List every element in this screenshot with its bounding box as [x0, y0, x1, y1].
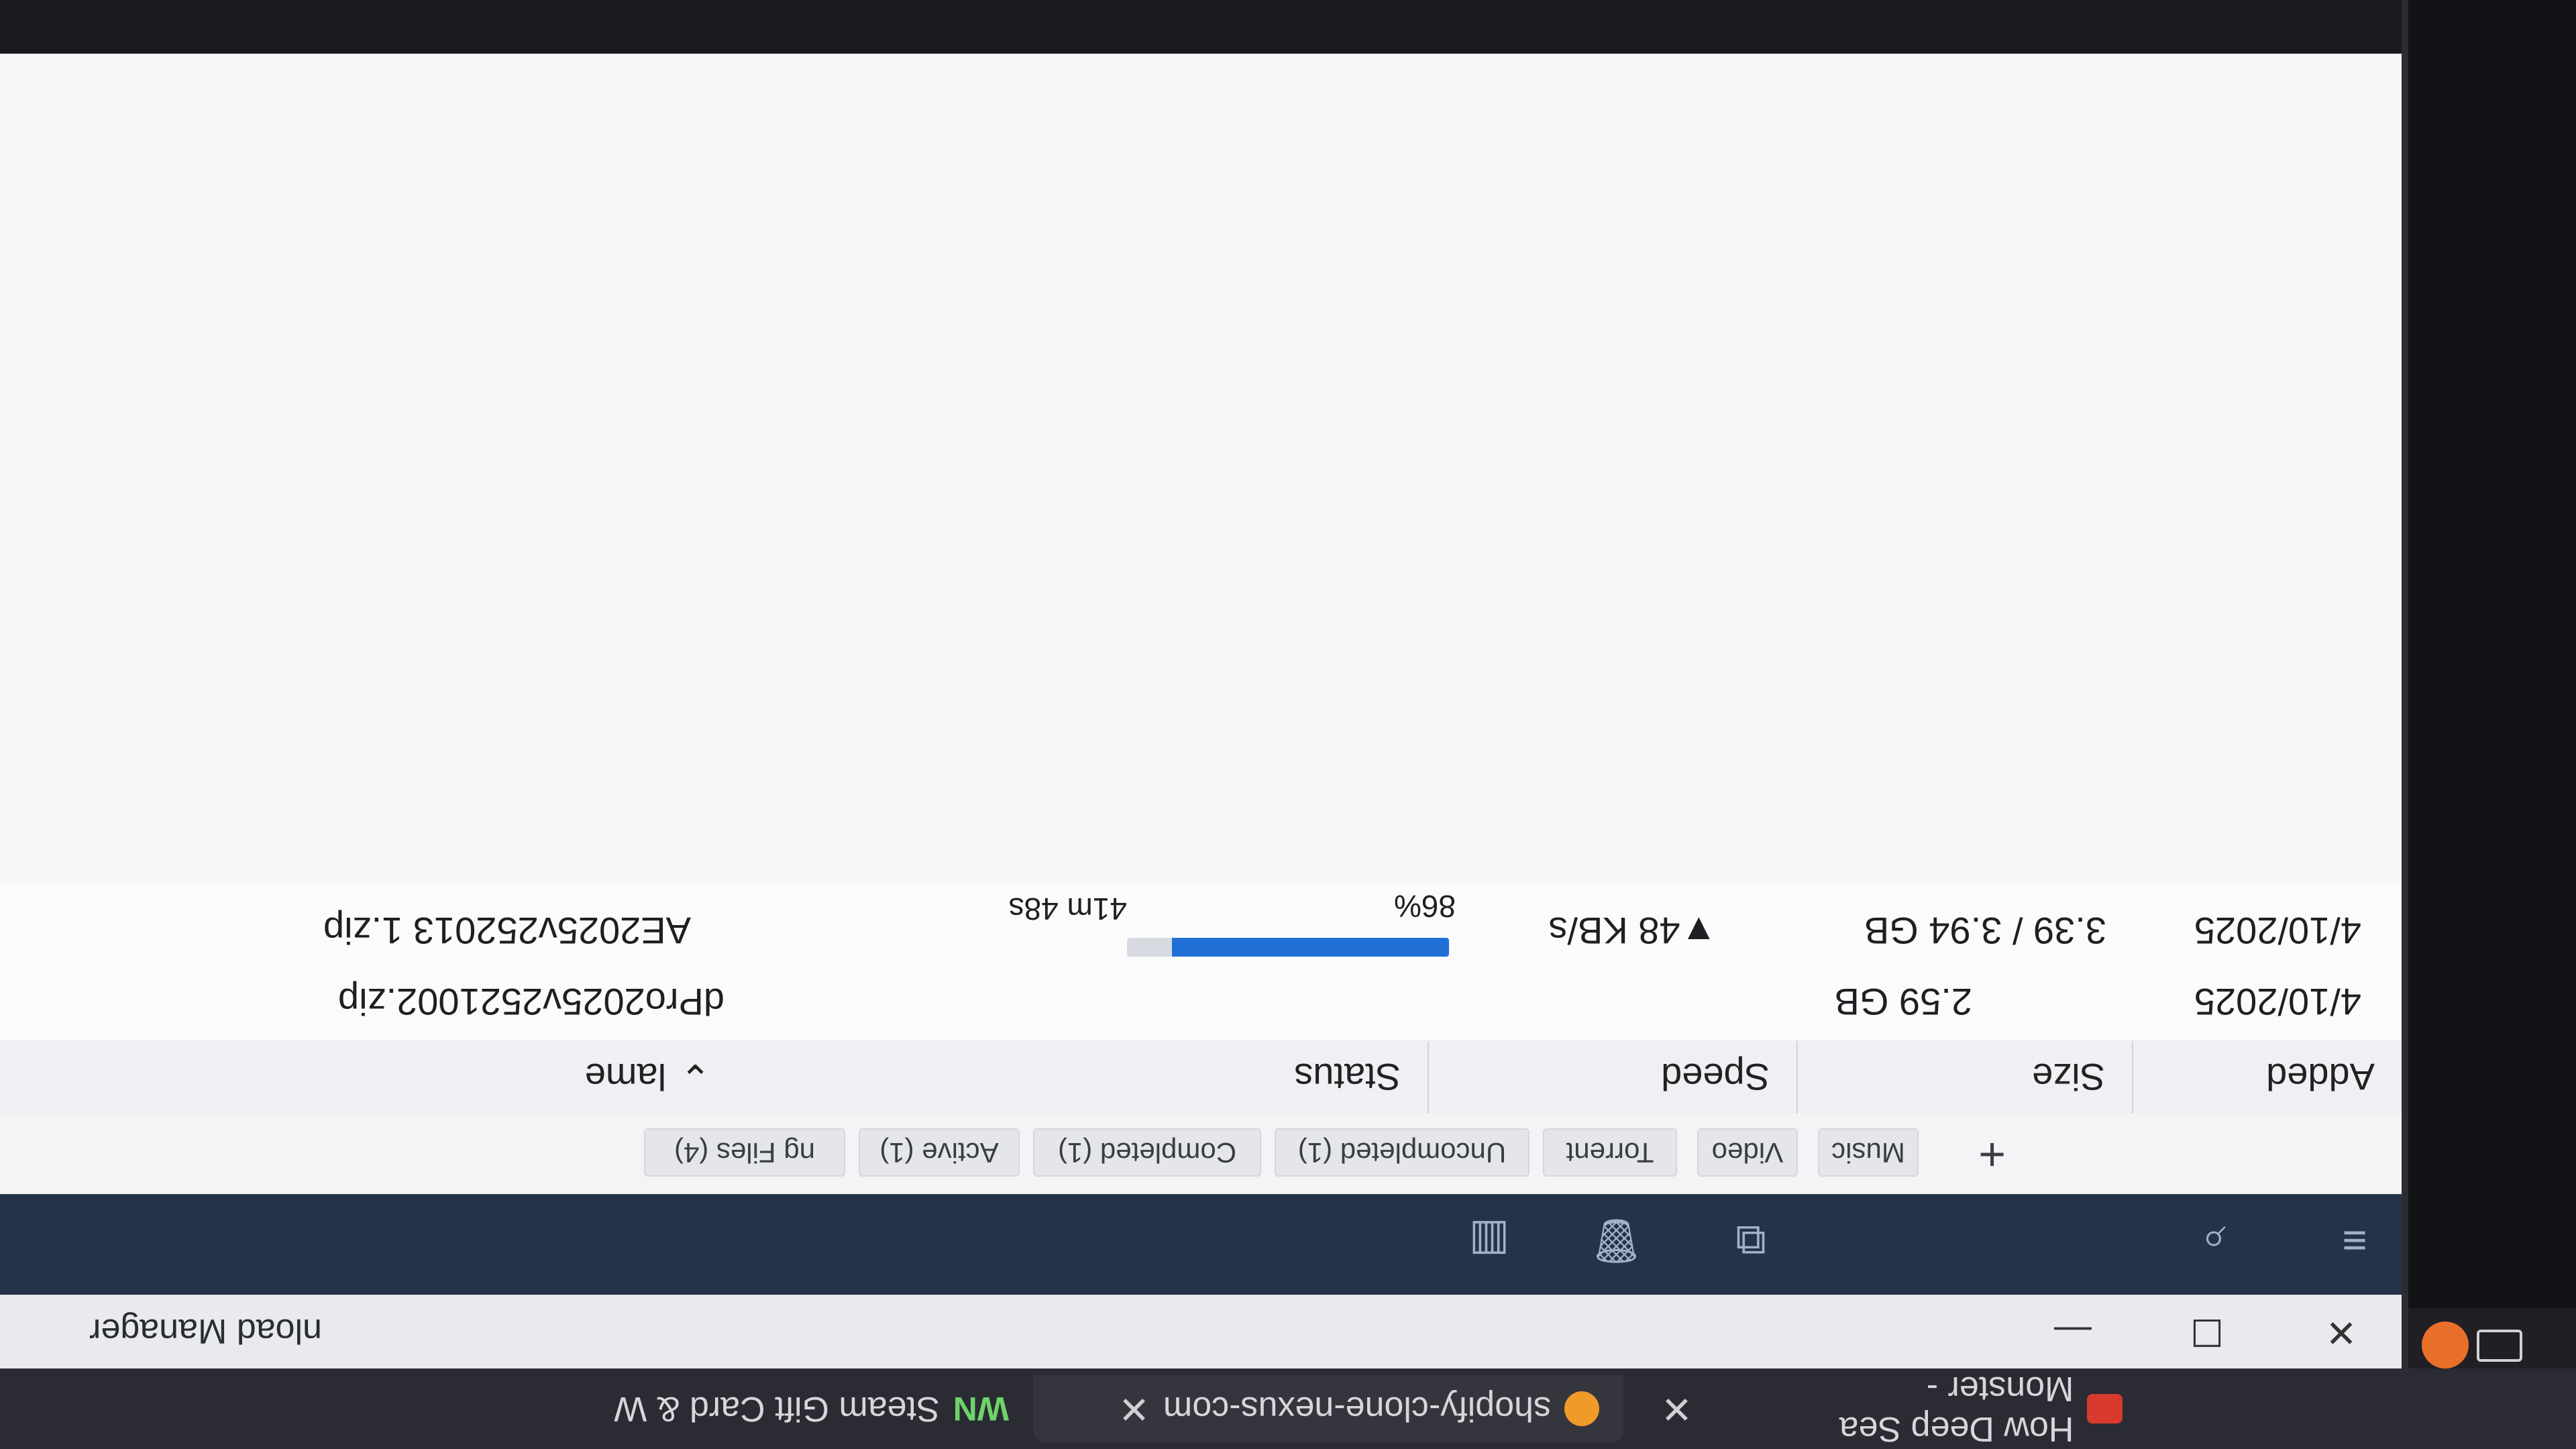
close-window-button[interactable]: ✕	[2308, 1305, 2375, 1359]
filter-bar: + Music Video Torrent Uncompleted (1) Co…	[0, 1114, 2402, 1194]
filter-torrent[interactable]: Torrent	[1543, 1128, 1677, 1177]
progress-percent: 86%	[1393, 889, 1456, 924]
columns-icon[interactable]: ▥	[1462, 1214, 1516, 1268]
added-date: 4/10/2025	[2194, 910, 2361, 952]
window-icon	[2477, 1330, 2522, 1362]
browser-tab-shopify[interactable]: shopify-clone-nexus-com ✕	[1033, 1375, 1623, 1442]
table-row[interactable]: 4/10/2025 2.59 GB dPro2025v2521002.zip	[0, 965, 2402, 1040]
site-favicon-icon	[1564, 1391, 1599, 1426]
title-bar: ✕ ☐ — nload Manager	[0, 1293, 2402, 1368]
download-progress-fill	[1172, 938, 1449, 957]
filter-all-files[interactable]: ng Files (4)	[644, 1128, 845, 1177]
browser-tab-label: Steam Gift Card & W	[614, 1389, 940, 1428]
file-name: dPro2025v2521002.zip	[337, 981, 724, 1023]
browser-tab-label: shopify-clone-nexus-com	[1163, 1389, 1551, 1428]
filter-music[interactable]: Music	[1818, 1128, 1919, 1177]
download-progress-bar	[1127, 938, 1449, 957]
add-category-button[interactable]: +	[1978, 1128, 2006, 1182]
column-status[interactable]: Status	[1093, 1041, 1429, 1114]
toolbar: ≡ ⌕ ⧉ 🗑 ▥	[0, 1194, 2402, 1295]
file-size: 3.39 / 3.94 GB	[1864, 910, 2106, 952]
filter-completed[interactable]: Completed (1)	[1033, 1128, 1261, 1177]
eta-text: 41m 48s	[1008, 892, 1127, 926]
column-size[interactable]: Size	[1798, 1041, 2133, 1114]
menu-icon[interactable]: ≡	[2328, 1214, 2381, 1268]
column-name[interactable]: lame ⌄	[201, 1041, 738, 1114]
filter-uncompleted[interactable]: Uncompleted (1)	[1275, 1128, 1529, 1177]
filter-active[interactable]: Active (1)	[859, 1128, 1020, 1177]
divider	[2402, 0, 2408, 1368]
table-header: Added Size Speed Status lame ⌄	[0, 1038, 2402, 1114]
empty-list-area	[0, 54, 2402, 885]
filter-video[interactable]: Video	[1697, 1128, 1798, 1177]
webpage-header	[2402, 1308, 2576, 1368]
browser-tab-steam[interactable]: WN Steam Gift Card & W	[523, 1375, 1033, 1442]
site-favicon-icon: WN	[953, 1390, 1009, 1428]
file-size: 2.59 GB	[1834, 981, 1972, 1023]
download-manager-window: ✕ ☐ — nload Manager ≡ ⌕ ⧉ 🗑 ▥ + Music Vi…	[0, 54, 2402, 1368]
delete-icon[interactable]: 🗑	[1589, 1214, 1644, 1268]
youtube-icon	[2087, 1394, 2123, 1424]
open-folder-icon[interactable]: ⧉	[1724, 1214, 1778, 1268]
sort-chevron-icon: ⌄	[680, 1057, 711, 1099]
column-added[interactable]: Added	[2133, 1041, 2402, 1114]
browser-tab-deep-sea[interactable]: How Deep Sea Monster - ✕	[1637, 1369, 2147, 1448]
file-name: AE2025v252013 1.zip	[323, 910, 691, 952]
window-title: nload Manager	[89, 1311, 322, 1350]
minimize-window-button[interactable]: —	[2039, 1305, 2106, 1359]
table-row[interactable]: 4/10/2025 3.39 / 3.94 GB ▼48 KB/s 41m 48…	[0, 883, 2402, 966]
background-webpage	[2402, 0, 2576, 1368]
maximize-window-button[interactable]: ☐	[2174, 1305, 2241, 1359]
extension-icon[interactable]	[2422, 1322, 2469, 1368]
download-speed: ▼48 KB/s	[1548, 910, 1717, 952]
search-icon[interactable]: ⌕	[2187, 1214, 2241, 1268]
close-tab-icon[interactable]: ✕	[1118, 1387, 1150, 1431]
column-speed[interactable]: Speed	[1429, 1041, 1798, 1114]
column-name-label: lame	[584, 1056, 667, 1099]
added-date: 4/10/2025	[2194, 981, 2361, 1023]
browser-tab-bar: How Deep Sea Monster - ✕ shopify-clone-n…	[0, 1368, 2576, 1449]
browser-tab-label: How Deep Sea Monster -	[1839, 1369, 2074, 1448]
close-tab-icon[interactable]: ✕	[1661, 1387, 1693, 1431]
